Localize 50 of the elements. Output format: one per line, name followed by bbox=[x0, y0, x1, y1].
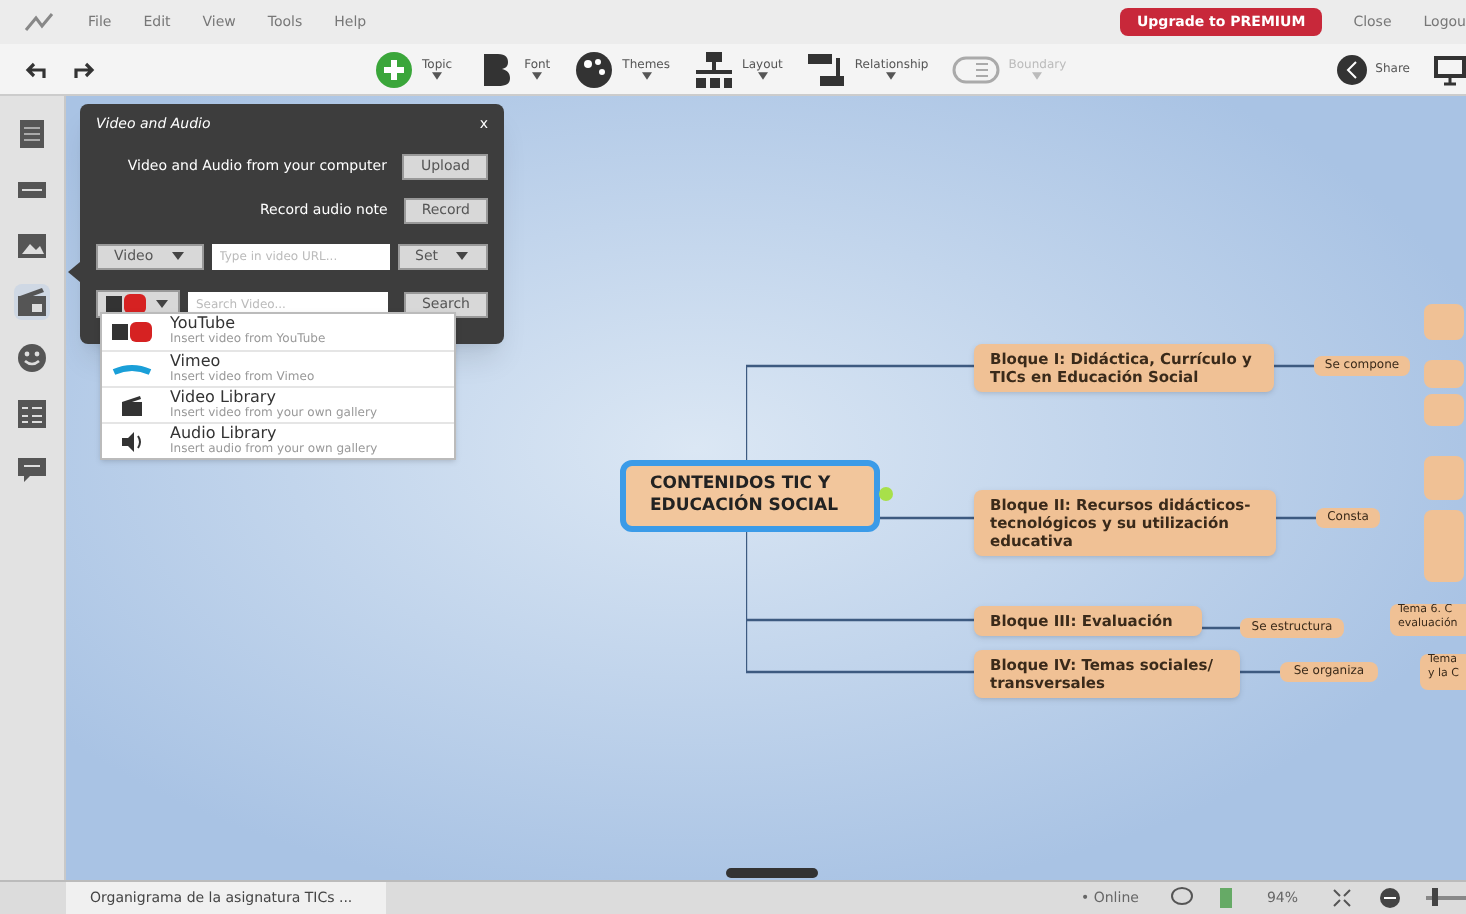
undo-icon[interactable] bbox=[24, 57, 48, 81]
video-logo-icon bbox=[112, 320, 152, 344]
handle-icon[interactable] bbox=[878, 486, 894, 502]
sidebar-button[interactable] bbox=[14, 116, 50, 152]
item-name: Vimeo bbox=[170, 353, 223, 369]
palette-icon bbox=[574, 49, 615, 89]
caret-icon bbox=[757, 72, 768, 80]
film-icon bbox=[120, 393, 144, 417]
subtopic-node[interactable] bbox=[1424, 360, 1464, 388]
video-logo-icon bbox=[106, 292, 146, 316]
sidebar-button[interactable] bbox=[14, 452, 50, 488]
logo-icon bbox=[24, 10, 56, 34]
subtopic-node[interactable] bbox=[1424, 510, 1464, 582]
caret-icon bbox=[886, 72, 897, 80]
sidebar-button[interactable] bbox=[14, 396, 50, 432]
subtopic-node[interactable] bbox=[1424, 304, 1464, 340]
item-name: Video Library bbox=[170, 389, 278, 405]
caret-icon bbox=[169, 248, 186, 264]
hierarchy-icon bbox=[694, 49, 734, 89]
note-icon bbox=[16, 118, 48, 150]
comment-icon bbox=[16, 454, 48, 486]
smiley-icon bbox=[16, 342, 48, 374]
item-name: YouTube bbox=[170, 316, 238, 332]
caret-icon bbox=[1032, 72, 1043, 80]
sidebar-button[interactable] bbox=[14, 228, 50, 264]
presentation-icon[interactable] bbox=[1434, 53, 1466, 85]
scrollbar-thumb[interactable] bbox=[726, 868, 818, 878]
image-icon bbox=[16, 230, 48, 262]
plus-icon bbox=[374, 49, 414, 89]
checklist-icon bbox=[16, 398, 48, 430]
speaker-icon bbox=[120, 429, 144, 453]
fit-icon[interactable] bbox=[1330, 886, 1354, 910]
chat-icon[interactable] bbox=[1170, 886, 1195, 910]
sidebar-button[interactable] bbox=[14, 284, 50, 320]
redo-icon[interactable] bbox=[72, 57, 96, 81]
zoom-out-icon[interactable] bbox=[1378, 886, 1402, 910]
film-icon bbox=[16, 286, 48, 318]
subtopic-node[interactable] bbox=[1424, 394, 1464, 426]
caret-icon bbox=[432, 72, 443, 80]
caret-icon bbox=[641, 72, 652, 80]
subtopic-node[interactable] bbox=[1424, 456, 1464, 500]
zoom-slider-thumb[interactable] bbox=[1432, 888, 1438, 906]
boundary-icon bbox=[952, 53, 1001, 85]
caret-icon bbox=[454, 248, 470, 264]
connector-icon bbox=[806, 49, 847, 89]
central-topic[interactable]: CONTENIDOS TIC Y EDUCACIÓN SOCIAL bbox=[620, 460, 880, 532]
battery-icon bbox=[1218, 886, 1235, 910]
sidebar-button[interactable] bbox=[14, 340, 50, 376]
item-name: Audio Library bbox=[170, 425, 279, 441]
caret-icon bbox=[532, 72, 543, 80]
